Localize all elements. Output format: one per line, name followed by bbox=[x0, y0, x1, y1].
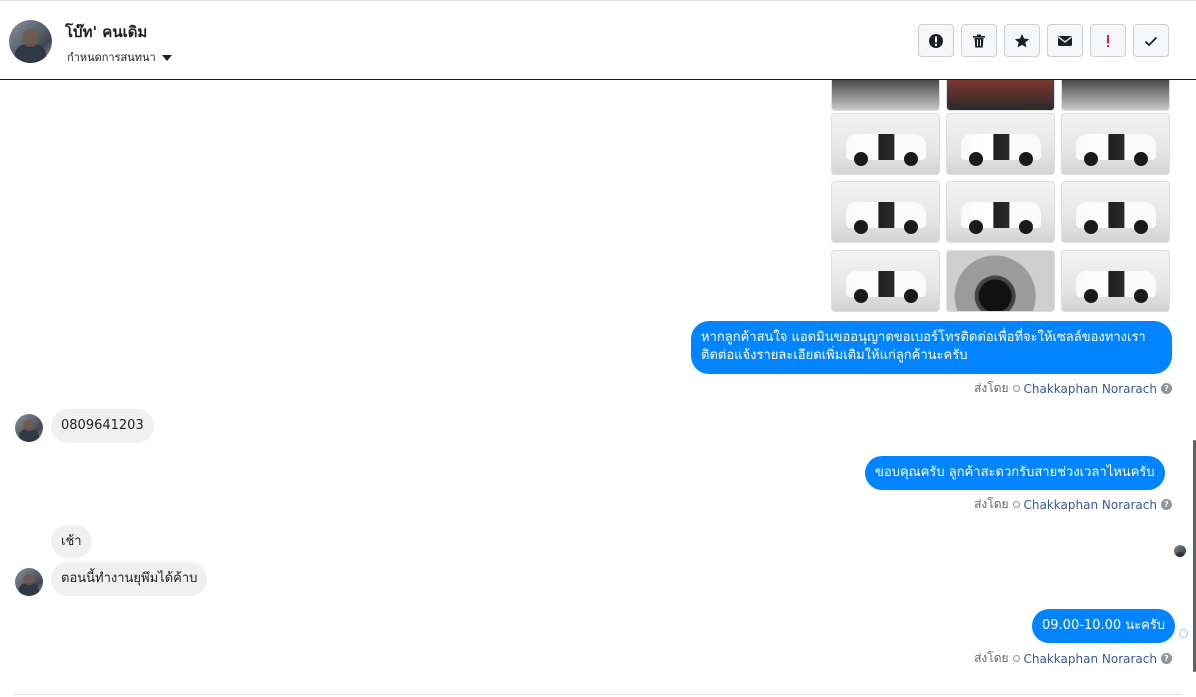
contact-avatar[interactable] bbox=[15, 568, 43, 596]
sent-by-info: ส่งโดย Chakkaphan Norarach? bbox=[974, 649, 1172, 668]
car-photo[interactable] bbox=[831, 113, 940, 175]
message-text: 09.00-10.00 นะครับ bbox=[1042, 618, 1166, 633]
mark-important-button[interactable] bbox=[1090, 24, 1126, 57]
delivered-check-icon bbox=[1179, 629, 1188, 638]
sent-by-info: ส่งโดย Chakkaphan Norarach? bbox=[974, 379, 1172, 398]
sent-by-label: ส่งโดย bbox=[974, 381, 1009, 395]
star-icon bbox=[1014, 33, 1030, 47]
contact-name[interactable]: โบ๊ท' คนเดิม bbox=[65, 20, 147, 44]
message-text: เช้า bbox=[61, 533, 82, 549]
car-photo[interactable] bbox=[1061, 250, 1170, 312]
mark-unread-button[interactable] bbox=[1047, 24, 1083, 57]
car-photo[interactable] bbox=[831, 80, 940, 111]
shared-photo-grid bbox=[831, 80, 1171, 312]
message-text: 0809641203 bbox=[61, 418, 144, 433]
help-icon[interactable]: ? bbox=[1161, 653, 1172, 664]
message-text: ตอนนี้ทำงานยุพึมได้ค้าบ bbox=[61, 571, 198, 586]
action-toolbar bbox=[918, 24, 1176, 57]
seen-avatar-icon bbox=[1174, 545, 1186, 557]
sent-by-label: ส่งโดย bbox=[974, 497, 1009, 511]
car-photo[interactable] bbox=[946, 80, 1055, 111]
outgoing-message[interactable]: หากลูกค้าสนใจ แอดมินขออนุญาตขอเบอร์โทรติ… bbox=[691, 321, 1172, 374]
message-text: ขอบคุณครับ ลูกค้าสะดวกรับสายช่วงเวลาไหนค… bbox=[875, 465, 1155, 480]
help-icon[interactable]: ? bbox=[1161, 499, 1172, 510]
mark-done-button[interactable] bbox=[1133, 24, 1169, 57]
status-dot-icon bbox=[1012, 501, 1020, 508]
car-photo[interactable] bbox=[946, 250, 1055, 312]
conversation-options[interactable]: กำหนดการสนทนา bbox=[67, 48, 172, 61]
trash-icon bbox=[973, 34, 985, 47]
status-dot-icon bbox=[1012, 655, 1020, 662]
status-dot-icon bbox=[1012, 385, 1020, 392]
car-photo[interactable] bbox=[946, 181, 1055, 243]
conversation-header: โบ๊ท' คนเดิม กำหนดการสนทนา bbox=[0, 0, 1196, 80]
important-icon bbox=[1107, 34, 1109, 47]
outgoing-message[interactable]: ขอบคุณครับ ลูกค้าสะดวกรับสายช่วงเวลาไหนค… bbox=[865, 456, 1165, 490]
sent-by-label: ส่งโดย bbox=[974, 651, 1009, 665]
incoming-message[interactable]: ตอนนี้ทำงานยุพึมได้ค้าบ bbox=[51, 562, 208, 596]
car-photo[interactable] bbox=[1061, 181, 1170, 243]
mark-spam-button[interactable] bbox=[918, 24, 954, 57]
car-photo[interactable] bbox=[831, 181, 940, 243]
sent-by-info: ส่งโดย Chakkaphan Norarach? bbox=[974, 495, 1172, 514]
caret-down-icon bbox=[161, 55, 172, 61]
contact-avatar[interactable] bbox=[15, 414, 43, 442]
incoming-message[interactable]: เช้า bbox=[51, 525, 92, 558]
conversation-options-label: กำหนดการสนทนา bbox=[67, 51, 156, 61]
contact-avatar[interactable] bbox=[9, 20, 52, 63]
alert-icon bbox=[929, 33, 943, 48]
help-icon[interactable]: ? bbox=[1161, 383, 1172, 394]
car-photo[interactable] bbox=[946, 113, 1055, 175]
agent-link[interactable]: Chakkaphan Norarach bbox=[1024, 652, 1157, 666]
incoming-message[interactable]: 0809641203 bbox=[51, 409, 154, 443]
outgoing-message[interactable]: 09.00-10.00 นะครับ bbox=[1032, 609, 1176, 643]
divider bbox=[14, 694, 1182, 695]
car-photo[interactable] bbox=[1061, 113, 1170, 175]
car-photo[interactable] bbox=[831, 250, 940, 312]
agent-link[interactable]: Chakkaphan Norarach bbox=[1024, 498, 1157, 512]
message-text-line: หากลูกค้าสนใจ แอดมินขออนุญาตขอเบอร์โทรติ… bbox=[701, 330, 1146, 345]
mail-icon bbox=[1058, 35, 1072, 46]
agent-link[interactable]: Chakkaphan Norarach bbox=[1024, 382, 1157, 396]
star-button[interactable] bbox=[1004, 24, 1040, 57]
delete-button[interactable] bbox=[961, 24, 997, 57]
checkmark-icon bbox=[1144, 36, 1158, 46]
message-text-line: ติดต่อแจ้งรายละเอียดเพิ่มเติมให้แก่ลูกค้… bbox=[701, 348, 968, 363]
car-photo[interactable] bbox=[1061, 80, 1170, 111]
